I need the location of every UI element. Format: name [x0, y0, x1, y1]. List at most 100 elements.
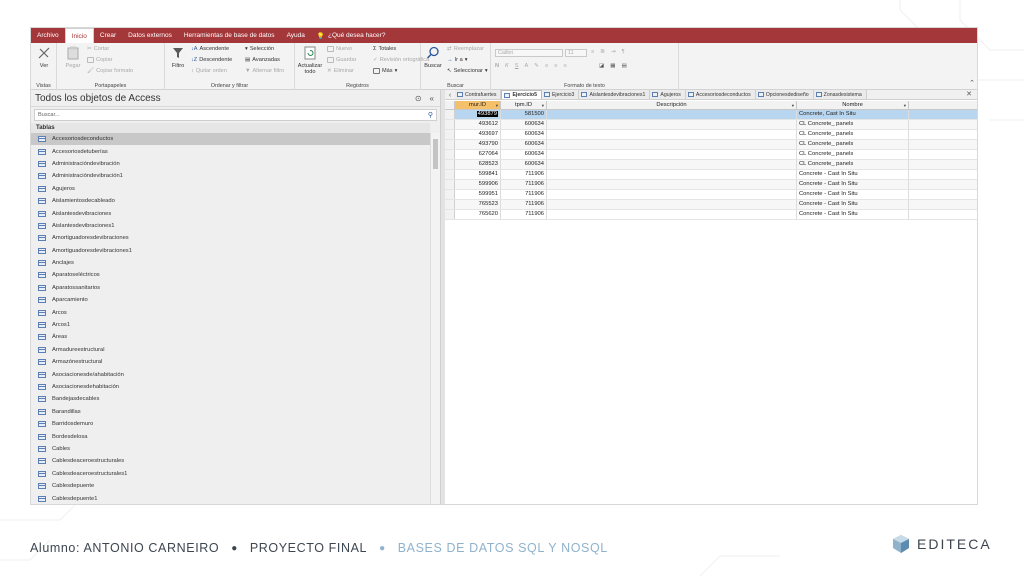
table-row[interactable]: 599841 711906 Concrete - Cast In Situ [445, 170, 977, 180]
row-selector[interactable] [445, 210, 455, 219]
nav-table-item[interactable]: Amortiguadoresdevibraciones1 [31, 245, 430, 257]
table-cell[interactable]: 600634 [501, 150, 547, 159]
row-selector[interactable] [445, 130, 455, 139]
table-cell[interactable]: 628523 [455, 160, 501, 169]
nav-table-item[interactable]: Áreas [31, 331, 430, 343]
font-color-button[interactable]: A [525, 63, 529, 69]
numbering-icon[interactable]: ≣ [600, 49, 605, 55]
table-cell[interactable]: 711906 [501, 200, 547, 209]
table-row[interactable]: 493790 600634 CL Concrete_ panels [445, 140, 977, 150]
copy-button[interactable]: Copiar [87, 57, 112, 63]
table-cell[interactable]: CL Concrete_ panels [797, 140, 909, 149]
nav-table-item[interactable]: Cablesdeaceroestructurales1 [31, 468, 430, 480]
table-cell[interactable] [547, 180, 797, 189]
menu-archivo[interactable]: Archivo [31, 28, 65, 43]
nav-table-item[interactable]: Arcos [31, 306, 430, 318]
table-cell[interactable]: Concrete - Cast In Situ [797, 170, 909, 179]
table-row[interactable]: 599951 711906 Concrete - Cast In Situ [445, 190, 977, 200]
table-row[interactable]: 627064 600634 CL Concrete_ panels [445, 150, 977, 160]
remove-sort-button[interactable]: ↕ Quitar orden [191, 68, 227, 74]
highlight-icon[interactable]: ✎ [534, 63, 539, 69]
nav-menu-icon[interactable]: ⊙ [415, 94, 422, 103]
nav-table-item[interactable]: Barandillas [31, 406, 430, 418]
row-selector[interactable] [445, 140, 455, 149]
nav-table-item[interactable]: Anclajes [31, 257, 430, 269]
table-cell[interactable]: 600634 [501, 160, 547, 169]
view-button[interactable]: Ver [34, 46, 54, 69]
save-record-button[interactable]: Guardar [327, 57, 357, 63]
table-row[interactable]: 493879 581500 Concrete, Cast In Situ [445, 110, 977, 120]
chevron-down-icon[interactable]: ▾ [904, 101, 906, 110]
column-header[interactable]: tpm.ID ▾ [501, 101, 547, 109]
table-cell[interactable]: 493879 [455, 110, 501, 119]
more-button[interactable]: Más ▾ [373, 68, 397, 74]
gridlines-icon[interactable]: ▦ [610, 63, 615, 69]
format-painter-button[interactable]: 🖌 Copiar formato [87, 68, 133, 74]
table-row[interactable]: 493612 600634 CL Concrete_ panels [445, 120, 977, 130]
refresh-all-button[interactable]: Actualizar todo [297, 46, 323, 76]
nav-scrollbar[interactable] [430, 133, 440, 504]
tell-me-box[interactable]: 💡 ¿Qué desea hacer? [311, 28, 386, 43]
align-left-icon[interactable]: ≡ [545, 63, 548, 69]
selection-button[interactable]: ▾ Selección [245, 46, 274, 52]
cut-button[interactable]: ✂ Cortar [87, 46, 109, 52]
bullets-icon[interactable]: ≡ [591, 49, 594, 55]
table-cell[interactable]: CL Concrete_ panels [797, 160, 909, 169]
sort-ascending-button[interactable]: ↓A Ascendente [191, 46, 229, 52]
nav-search-box[interactable]: Buscar... ⚲ [34, 109, 437, 121]
table-cell[interactable]: 581500 [501, 110, 547, 119]
column-header[interactable]: mur.ID ▾ [455, 101, 501, 109]
font-size-select[interactable]: 11 [565, 49, 587, 57]
select-button[interactable]: ↖ Seleccionar ▾ [447, 68, 488, 74]
new-record-button[interactable]: Nuevo [327, 46, 352, 52]
nav-scroll-thumb[interactable] [433, 139, 438, 169]
table-cell[interactable] [547, 110, 797, 119]
nav-table-item[interactable]: Aislantesdevibraciones [31, 207, 430, 219]
chevron-down-icon[interactable]: ▾ [792, 101, 794, 110]
nav-table-item[interactable]: Amortiguadoresdevibraciones [31, 232, 430, 244]
collapse-ribbon-icon[interactable]: ⌃ [969, 79, 975, 87]
nav-table-item[interactable]: Aparatoseléctricos [31, 269, 430, 281]
chevron-down-icon[interactable]: ▾ [496, 101, 498, 110]
toggle-filter-button[interactable]: ▼ Alternar filtro [245, 68, 284, 74]
row-selector[interactable] [445, 120, 455, 129]
row-selector[interactable] [445, 160, 455, 169]
row-selector[interactable] [445, 170, 455, 179]
italic-button[interactable]: K [505, 63, 509, 69]
table-cell[interactable]: 711906 [501, 190, 547, 199]
nav-table-item[interactable]: Bordesdelosa [31, 430, 430, 442]
table-cell[interactable]: 627064 [455, 150, 501, 159]
sort-descending-button[interactable]: ↓Z Descendente [191, 57, 232, 63]
find-button[interactable]: Buscar [423, 46, 443, 69]
table-row[interactable]: 628523 600634 CL Concrete_ panels [445, 160, 977, 170]
nav-table-item[interactable]: Barridosdemuro [31, 418, 430, 430]
nav-table-item[interactable]: Administracióndevibración1 [31, 170, 430, 182]
table-cell[interactable]: 493612 [455, 120, 501, 129]
filter-button[interactable]: Filtro [169, 46, 187, 69]
alt-row-color-icon[interactable]: ▤ [622, 63, 627, 69]
tab-aislantesdevibraciones1[interactable]: Aislantesdevibraciones1 [579, 90, 651, 99]
menu-inicio[interactable]: Inicio [64, 28, 94, 43]
tab-agujeros[interactable]: Agujeros [650, 90, 686, 99]
table-cell[interactable]: Concrete - Cast In Situ [797, 200, 909, 209]
table-row[interactable]: 765620 711906 Concrete - Cast In Situ [445, 210, 977, 220]
underline-button[interactable]: S [515, 63, 519, 69]
table-cell[interactable]: 599951 [455, 190, 501, 199]
font-name-select[interactable]: Calibri [495, 49, 563, 57]
table-cell[interactable]: 600634 [501, 140, 547, 149]
nav-table-item[interactable]: Asociacionesdehabitación [31, 381, 430, 393]
menu-datos-externos[interactable]: Datos externos [122, 28, 178, 43]
totals-button[interactable]: Σ Totales [373, 46, 396, 52]
tab-ejercicio5[interactable]: Ejercicio5 [501, 90, 542, 99]
table-row[interactable]: 765523 711906 Concrete - Cast In Situ [445, 200, 977, 210]
tab-opcionesdediseño[interactable]: Opcionesdediseño [755, 90, 814, 99]
table-cell[interactable] [547, 140, 797, 149]
align-center-icon[interactable]: ≡ [554, 63, 557, 69]
table-cell[interactable]: 493697 [455, 130, 501, 139]
table-cell[interactable] [547, 170, 797, 179]
replace-button[interactable]: ⇄ Reemplazar [447, 46, 484, 52]
paragraph-icon[interactable]: ¶ [622, 49, 625, 55]
nav-table-item[interactable]: Arcos1 [31, 319, 430, 331]
table-cell[interactable]: Concrete - Cast In Situ [797, 190, 909, 199]
table-cell[interactable]: 493790 [455, 140, 501, 149]
